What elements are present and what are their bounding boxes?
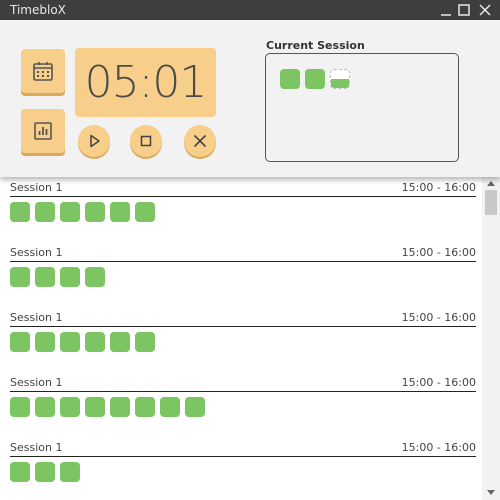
time-block — [85, 397, 105, 417]
close-icon — [479, 4, 491, 16]
current-block — [280, 69, 300, 89]
time-block — [110, 332, 130, 352]
time-block — [35, 202, 55, 222]
statistics-button[interactable] — [21, 109, 65, 153]
time-block — [85, 267, 105, 287]
calendar-icon — [33, 62, 53, 81]
time-block — [85, 202, 105, 222]
session-time: 15:00 - 16:00 — [401, 311, 476, 324]
timer-display: 05:01 — [75, 48, 216, 117]
cancel-button[interactable] — [184, 125, 216, 157]
time-block — [135, 332, 155, 352]
session-row[interactable]: Session 1 15:00 - 16:00 — [0, 177, 482, 237]
time-block — [110, 202, 130, 222]
current-session-box — [265, 53, 459, 162]
maximize-button[interactable] — [456, 2, 472, 18]
current-block-partial — [330, 69, 350, 89]
time-block — [60, 202, 80, 222]
scrollbar[interactable] — [482, 177, 500, 500]
session-name: Session 1 — [10, 246, 63, 259]
session-name: Session 1 — [10, 311, 63, 324]
time-block — [35, 267, 55, 287]
current-session-label: Current Session — [266, 39, 365, 52]
time-block — [60, 332, 80, 352]
time-block — [10, 202, 30, 222]
time-block — [60, 267, 80, 287]
time-block — [10, 332, 30, 352]
time-block — [110, 397, 130, 417]
close-icon — [193, 134, 207, 148]
time-block — [85, 332, 105, 352]
close-window-button[interactable] — [477, 2, 493, 18]
title-bar: TimebloX — [0, 0, 500, 20]
stop-button[interactable] — [130, 125, 162, 157]
bar-chart-icon — [34, 122, 52, 140]
time-block — [10, 267, 30, 287]
session-row[interactable]: Session 1 15:00 - 16:00 — [0, 372, 482, 432]
session-row[interactable]: Session 1 15:00 - 16:00 — [0, 437, 482, 497]
session-list: Session 1 15:00 - 16:00 Session 1 15:00 - 1… — [0, 177, 482, 500]
time-block — [35, 462, 55, 482]
maximize-icon — [458, 4, 470, 16]
session-name: Session 1 — [10, 181, 63, 194]
play-icon — [90, 134, 100, 148]
session-time: 15:00 - 16:00 — [401, 181, 476, 194]
session-divider — [10, 261, 476, 262]
session-row[interactable]: Session 1 15:00 - 16:00 — [0, 242, 482, 302]
session-row[interactable]: Session 1 15:00 - 16:00 — [0, 307, 482, 367]
stop-icon — [140, 135, 152, 147]
control-panel: 05:01 Current Session — [0, 20, 500, 177]
app-title: TimebloX — [10, 3, 66, 17]
session-divider — [10, 196, 476, 197]
scroll-down-arrow[interactable] — [487, 490, 495, 495]
minimize-icon — [441, 14, 451, 16]
time-block — [60, 462, 80, 482]
time-block — [10, 462, 30, 482]
time-block — [35, 397, 55, 417]
session-divider — [10, 456, 476, 457]
scroll-thumb[interactable] — [485, 190, 497, 215]
time-block — [135, 397, 155, 417]
session-divider — [10, 326, 476, 327]
current-block — [305, 69, 325, 89]
time-block — [185, 397, 205, 417]
current-block-fill — [331, 79, 349, 88]
session-time: 15:00 - 16:00 — [401, 376, 476, 389]
session-divider — [10, 391, 476, 392]
session-time: 15:00 - 16:00 — [401, 441, 476, 454]
time-block — [10, 397, 30, 417]
timer-text: 05:01 — [84, 57, 208, 108]
time-block — [35, 332, 55, 352]
session-time: 15:00 - 16:00 — [401, 246, 476, 259]
play-button[interactable] — [78, 125, 110, 157]
time-block — [160, 397, 180, 417]
time-block — [135, 202, 155, 222]
session-name: Session 1 — [10, 376, 63, 389]
minimize-button[interactable] — [438, 2, 454, 18]
scroll-up-arrow[interactable] — [487, 181, 495, 186]
session-name: Session 1 — [10, 441, 63, 454]
time-block — [60, 397, 80, 417]
calendar-button[interactable] — [21, 49, 65, 93]
